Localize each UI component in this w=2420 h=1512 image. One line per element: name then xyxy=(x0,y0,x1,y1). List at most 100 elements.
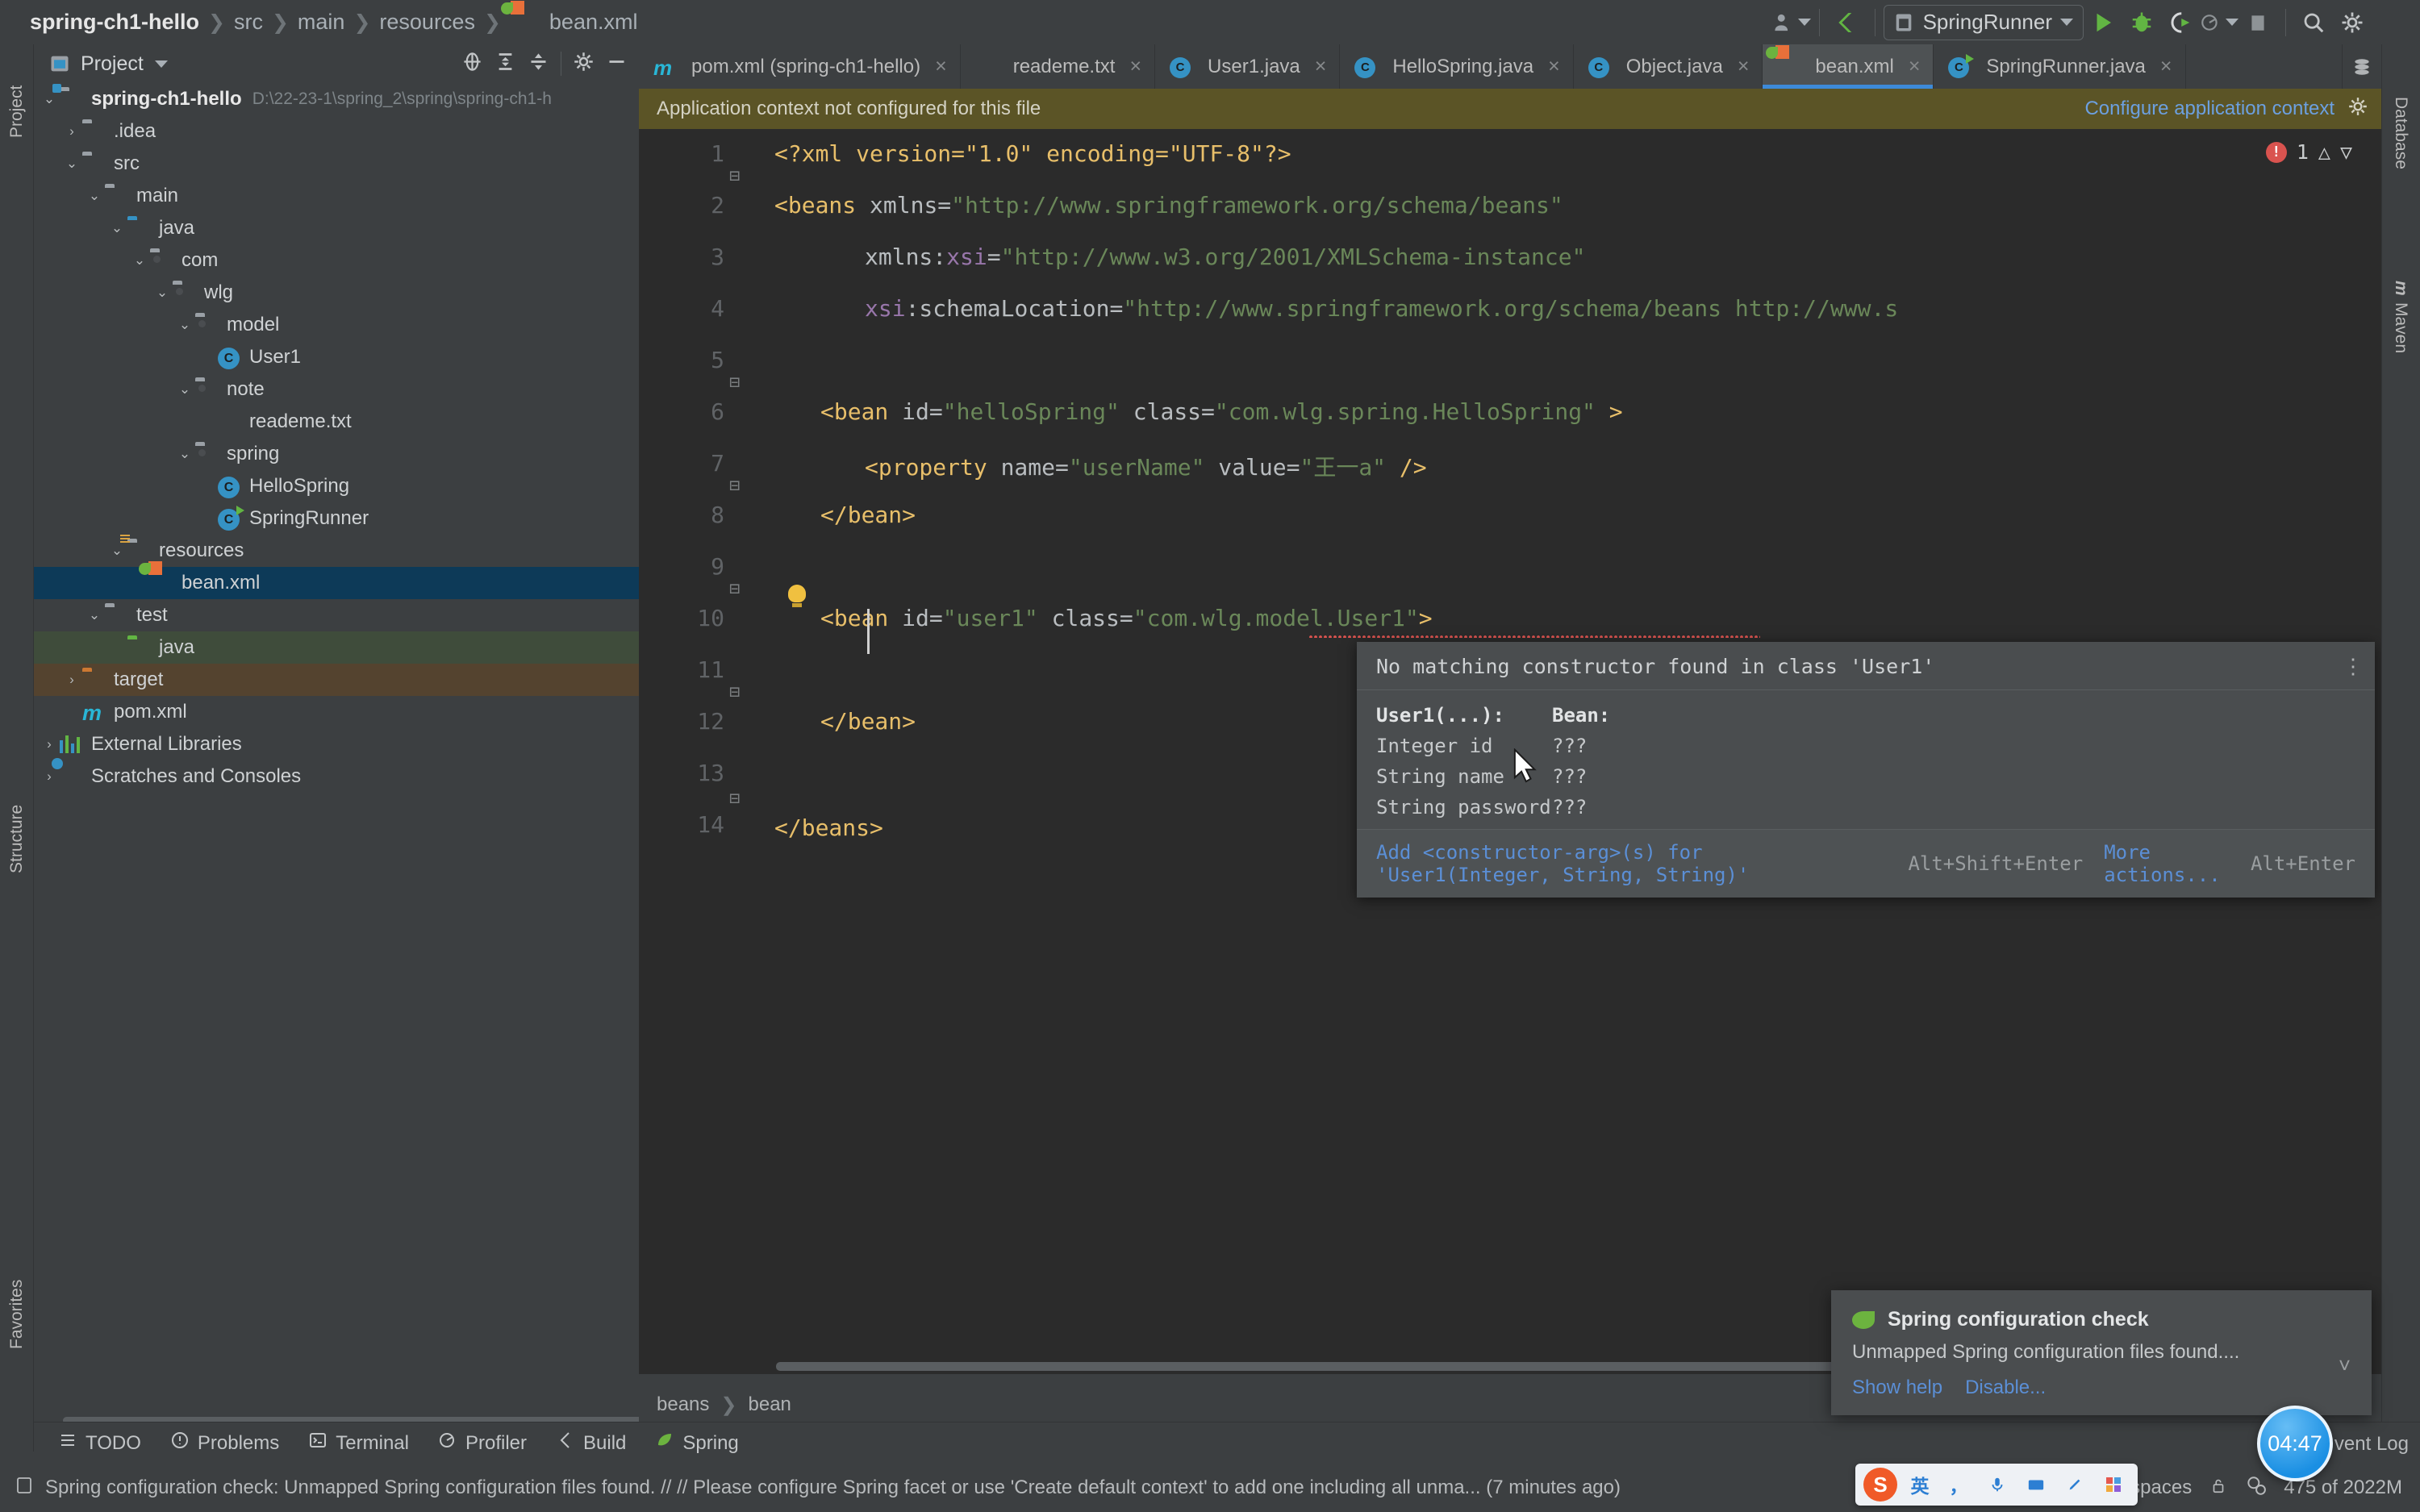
stop-icon[interactable] xyxy=(2238,5,2277,40)
chevron-down-icon[interactable]: ˅ xyxy=(2339,1353,2351,1378)
ime-punctuation-key[interactable]: ， xyxy=(1942,1468,1975,1501)
add-constructor-arg-action[interactable]: Add <constructor-arg>(s) for 'User1(Inte… xyxy=(1376,841,1887,886)
debug-icon[interactable] xyxy=(2122,5,2161,40)
close-icon[interactable]: × xyxy=(1738,55,1750,78)
expand-all-icon[interactable] xyxy=(494,51,516,77)
tool-window-build[interactable]: Build xyxy=(556,1431,626,1456)
breadcrumb-bean[interactable]: bean xyxy=(749,1393,791,1416)
run-icon[interactable] xyxy=(2084,5,2122,40)
tree-node-note[interactable]: ⌄ note xyxy=(34,373,639,406)
event-log-icon[interactable] xyxy=(15,1476,34,1501)
chevron-down-icon[interactable]: ⌄ xyxy=(129,252,150,269)
tree-node--idea[interactable]: › .idea xyxy=(34,115,639,148)
fold-marker-line12[interactable]: ⊟ xyxy=(729,682,740,702)
database-icon[interactable] xyxy=(2343,44,2381,89)
configure-application-context-link[interactable]: Configure application context xyxy=(2084,98,2334,120)
chevron-right-icon[interactable]: › xyxy=(61,672,82,688)
chevron-down-icon[interactable]: ⌄ xyxy=(84,188,105,204)
profile-icon[interactable] xyxy=(2200,5,2238,40)
tree-node-user1[interactable]: C User1 xyxy=(34,341,639,373)
ime-language-key[interactable]: 英 xyxy=(1904,1468,1936,1501)
breadcrumb-project[interactable]: spring-ch1-hello xyxy=(24,10,205,35)
close-icon[interactable]: × xyxy=(2160,55,2172,78)
editor-tab-user1-java[interactable]: C User1.java × xyxy=(1155,44,1341,89)
tool-window-problems[interactable]: Problems xyxy=(170,1431,279,1456)
close-icon[interactable]: × xyxy=(1315,55,1327,78)
editor-tab-hellospring-java[interactable]: C HelloSpring.java × xyxy=(1340,44,1574,89)
chevron-down-icon[interactable]: ⌄ xyxy=(84,607,105,623)
error-counter[interactable]: ! 1 △ ▽ xyxy=(2265,140,2352,164)
settings-gear-icon[interactable] xyxy=(573,51,595,77)
chevron-down-icon[interactable]: ⌄ xyxy=(174,381,195,398)
fold-marker-line6[interactable]: ⊟ xyxy=(729,373,740,393)
sidebar-item-database[interactable]: Database xyxy=(2384,52,2418,214)
tool-window-spring[interactable]: Spring xyxy=(655,1431,739,1456)
chevron-down-icon[interactable]: ⌄ xyxy=(61,156,82,172)
tree-node-hellospring[interactable]: C HelloSpring xyxy=(34,470,639,502)
sogou-logo-icon[interactable]: S xyxy=(1863,1468,1897,1502)
fold-marker-line10[interactable]: ⊟ xyxy=(729,579,740,599)
run-coverage-icon[interactable] xyxy=(2161,5,2200,40)
search-icon[interactable] xyxy=(2294,5,2333,40)
tree-node-com[interactable]: ⌄ com xyxy=(34,244,639,277)
tree-node-bean-xml[interactable]: bean.xml xyxy=(34,561,639,599)
intention-bulb-icon[interactable] xyxy=(788,585,806,607)
sidebar-item-maven[interactable]: m Maven xyxy=(2384,244,2418,389)
tree-node-resources[interactable]: ⌄ resources xyxy=(34,535,639,567)
editor-tab-object-java[interactable]: C Object.java × xyxy=(1574,44,1763,89)
event-log-label[interactable]: vent Log xyxy=(2334,1433,2409,1456)
tree-node-model[interactable]: ⌄ model xyxy=(34,309,639,341)
editor-tab-bean-xml[interactable]: bean.xml × xyxy=(1763,44,1934,89)
chevron-down-icon[interactable]: ⌄ xyxy=(106,220,127,236)
inspection-popup[interactable]: ⋮ No matching constructor found in class… xyxy=(1357,642,2375,898)
ide-logo-icon[interactable] xyxy=(2372,5,2410,40)
chevron-down-icon[interactable]: ⌄ xyxy=(174,446,195,462)
chevron-down-icon[interactable]: ⌄ xyxy=(174,317,195,333)
vcs-update-icon[interactable] xyxy=(1828,5,1867,40)
close-icon[interactable]: × xyxy=(1909,55,1921,78)
tool-window-todo[interactable]: TODO xyxy=(58,1431,141,1456)
ime-keyboard-icon[interactable] xyxy=(2020,1468,2052,1501)
sidebar-item-project[interactable]: Project xyxy=(0,51,34,172)
tree-node-java[interactable]: java xyxy=(34,631,639,664)
chevron-down-icon[interactable]: ⌄ xyxy=(106,543,127,559)
code-editor[interactable]: 1 2 3 4 5 6 7 8 9 10 11 12 13 14 ! 1 △ ▽ ⊟ ⊟ ⊟ ⊟ ⊟ ⊟ … xyxy=(639,129,2381,1374)
breadcrumb-src[interactable]: src xyxy=(228,10,269,35)
ime-voice-icon[interactable] xyxy=(1981,1468,2013,1501)
show-help-link[interactable]: Show help xyxy=(1852,1377,1942,1399)
tree-node-target[interactable]: › target xyxy=(34,664,639,696)
settings-gear-icon[interactable] xyxy=(2333,5,2372,40)
next-error-icon[interactable]: ▽ xyxy=(2340,140,2352,164)
inspections-icon[interactable] xyxy=(2245,1475,2267,1502)
disable-link[interactable]: Disable... xyxy=(1965,1377,2046,1399)
breadcrumb-file[interactable]: bean.xml xyxy=(544,10,644,35)
tree-node-reademe-txt[interactable]: reademe.txt xyxy=(34,406,639,438)
chevron-down-icon[interactable] xyxy=(154,60,168,68)
close-icon[interactable]: × xyxy=(1548,55,1560,78)
tree-node-java[interactable]: ⌄ java xyxy=(34,212,639,244)
breadcrumb-beans[interactable]: beans xyxy=(657,1393,709,1416)
lock-icon[interactable] xyxy=(2209,1476,2227,1501)
sidebar-item-favorites[interactable]: Favorites xyxy=(0,1238,34,1391)
fold-marker-line2[interactable]: ⊟ xyxy=(729,166,740,186)
chevron-right-icon[interactable]: › xyxy=(39,736,60,752)
tree-node-main[interactable]: ⌄ main xyxy=(34,180,639,212)
more-options-icon[interactable]: ⋮ xyxy=(2343,655,2364,679)
tool-window-terminal[interactable]: Terminal xyxy=(308,1431,409,1456)
tree-node-spring[interactable]: ⌄ spring xyxy=(34,438,639,470)
ime-toolbox-icon[interactable] xyxy=(2097,1468,2130,1501)
tool-window-profiler[interactable]: Profiler xyxy=(438,1431,527,1456)
sidebar-item-structure[interactable]: Structure xyxy=(0,762,34,915)
tree-node-src[interactable]: ⌄ src xyxy=(34,148,639,180)
close-icon[interactable]: × xyxy=(935,55,947,78)
settings-gear-icon[interactable] xyxy=(2347,96,2368,123)
chevron-down-icon[interactable]: ⌄ xyxy=(39,91,60,107)
screen-recorder-timer[interactable]: 04:47 xyxy=(2257,1406,2333,1481)
editor-tab-springrunner-java[interactable]: C SpringRunner.java × xyxy=(1934,44,2186,89)
project-tree[interactable]: ⌄ spring-ch1-hello D:\22-23-1\spring_2\spr… xyxy=(34,83,639,1403)
user-avatar-icon[interactable] xyxy=(1772,5,1811,40)
fold-marker-line8[interactable]: ⊟ xyxy=(729,476,740,496)
chevron-right-icon[interactable]: › xyxy=(61,123,82,140)
tree-node-wlg[interactable]: ⌄ wlg xyxy=(34,277,639,309)
tree-node-external-libraries[interactable]: › External Libraries xyxy=(34,728,639,760)
